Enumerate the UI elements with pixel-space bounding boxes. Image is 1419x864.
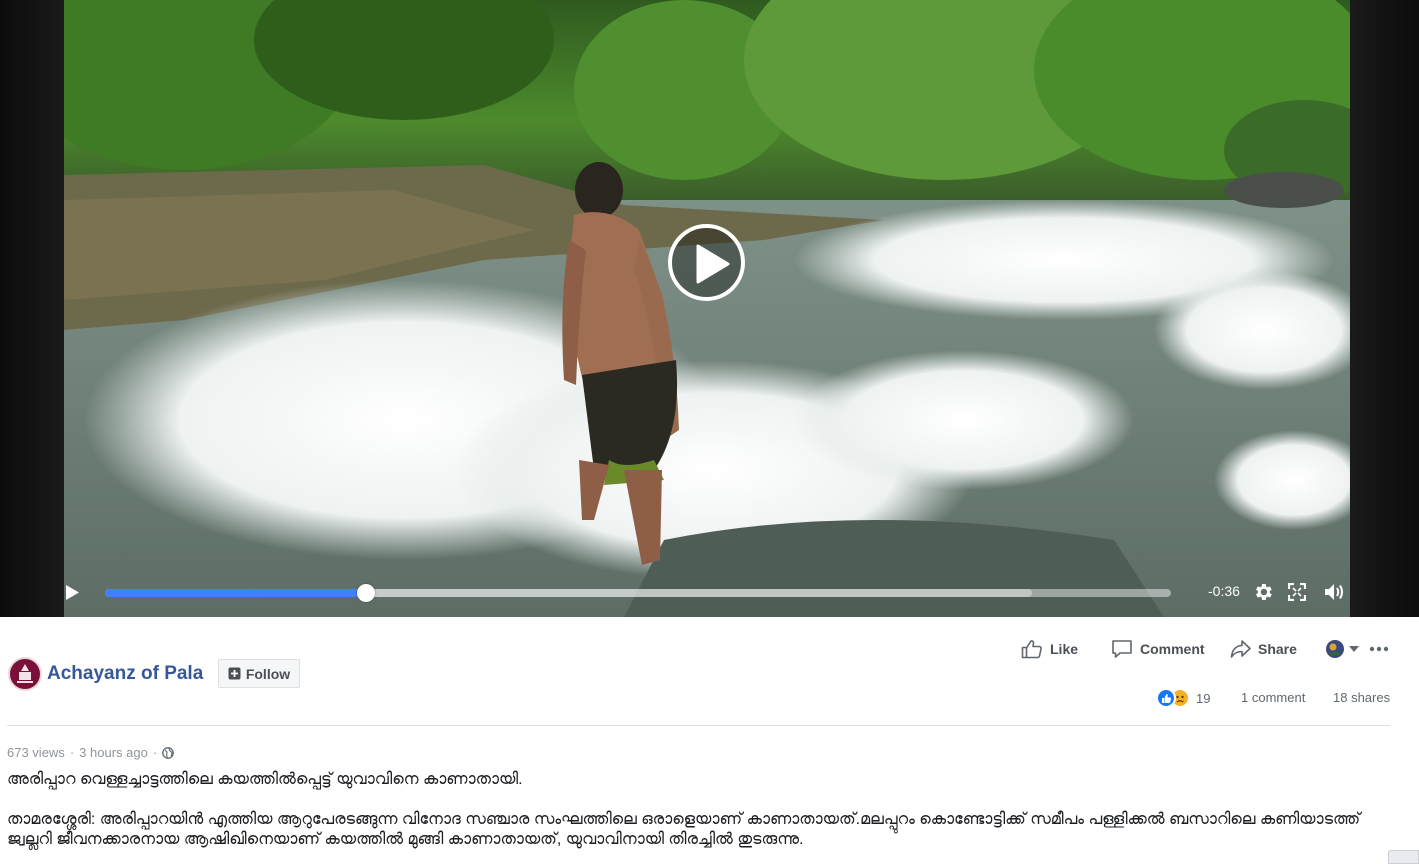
divider bbox=[7, 725, 1390, 726]
react-as-selector[interactable] bbox=[1325, 638, 1359, 660]
play-button[interactable] bbox=[64, 580, 80, 604]
page-name-link[interactable]: Achayanz of Pala bbox=[47, 663, 203, 685]
like-reaction-icon bbox=[1156, 688, 1176, 708]
settings-button[interactable] bbox=[1251, 580, 1275, 604]
post-meta: 673 views · 3 hours ago · bbox=[7, 745, 175, 760]
shares-count-link[interactable]: 18 shares bbox=[1333, 690, 1390, 705]
time-remaining: -0:36 bbox=[1208, 583, 1240, 599]
view-count: 673 views bbox=[7, 745, 65, 760]
user-avatar-icon bbox=[1326, 640, 1344, 658]
globe-icon[interactable] bbox=[162, 746, 175, 759]
post-headline: അരിപ്പാറ വെള്ളച്ചാട്ടത്തിലെ കയത്തിൽപ്പെട… bbox=[7, 771, 523, 788]
comments-count-link[interactable]: 1 comment bbox=[1241, 690, 1305, 705]
page-avatar[interactable] bbox=[8, 657, 42, 691]
comment-button[interactable]: Comment bbox=[1111, 638, 1205, 660]
post-body: താമരശ്ശേരി: അരിപ്പാറയിൻ എത്തിയ ആറുപേരടങ്… bbox=[7, 811, 1361, 848]
volume-icon bbox=[1325, 584, 1343, 600]
ellipsis-icon bbox=[1369, 646, 1389, 652]
comment-bubble-icon bbox=[1112, 640, 1132, 658]
timestamp-link[interactable]: 3 hours ago bbox=[79, 745, 148, 760]
chat-tab[interactable] bbox=[1388, 850, 1419, 864]
meta-separator: · bbox=[152, 745, 158, 760]
video-controls: -0:36 bbox=[64, 572, 1350, 614]
progress-played bbox=[105, 589, 367, 597]
share-arrow-icon bbox=[1230, 640, 1251, 658]
progress-bar[interactable] bbox=[105, 584, 1171, 602]
volume-button[interactable] bbox=[1322, 580, 1346, 604]
follow-button[interactable]: Follow bbox=[218, 659, 300, 688]
thumbs-up-icon bbox=[1021, 640, 1042, 659]
gear-icon bbox=[1256, 584, 1272, 600]
video-player[interactable]: -0:36 bbox=[0, 0, 1419, 617]
reactions-summary[interactable]: 19 bbox=[1156, 687, 1210, 709]
like-label: Like bbox=[1050, 641, 1079, 657]
play-circle-icon bbox=[696, 244, 730, 284]
like-button[interactable]: Like bbox=[1021, 638, 1078, 660]
chevron-down-icon bbox=[1349, 646, 1359, 652]
video-still-image bbox=[64, 0, 1350, 617]
comment-label: Comment bbox=[1140, 641, 1205, 657]
progress-scrubber-handle[interactable] bbox=[357, 584, 376, 602]
reaction-count: 19 bbox=[1196, 690, 1211, 706]
share-label: Share bbox=[1258, 641, 1297, 657]
fullscreen-button[interactable] bbox=[1286, 580, 1308, 604]
play-icon bbox=[65, 584, 79, 600]
follow-button-label: Follow bbox=[245, 665, 291, 682]
follow-plus-icon bbox=[228, 667, 241, 680]
share-button[interactable]: Share bbox=[1230, 638, 1297, 660]
video-frame[interactable]: -0:36 bbox=[64, 0, 1350, 617]
page-logo-icon bbox=[11, 660, 39, 688]
fullscreen-icon bbox=[1288, 583, 1306, 601]
meta-separator: · bbox=[69, 745, 75, 760]
more-options-button[interactable] bbox=[1369, 638, 1389, 660]
big-play-button[interactable] bbox=[668, 224, 745, 301]
